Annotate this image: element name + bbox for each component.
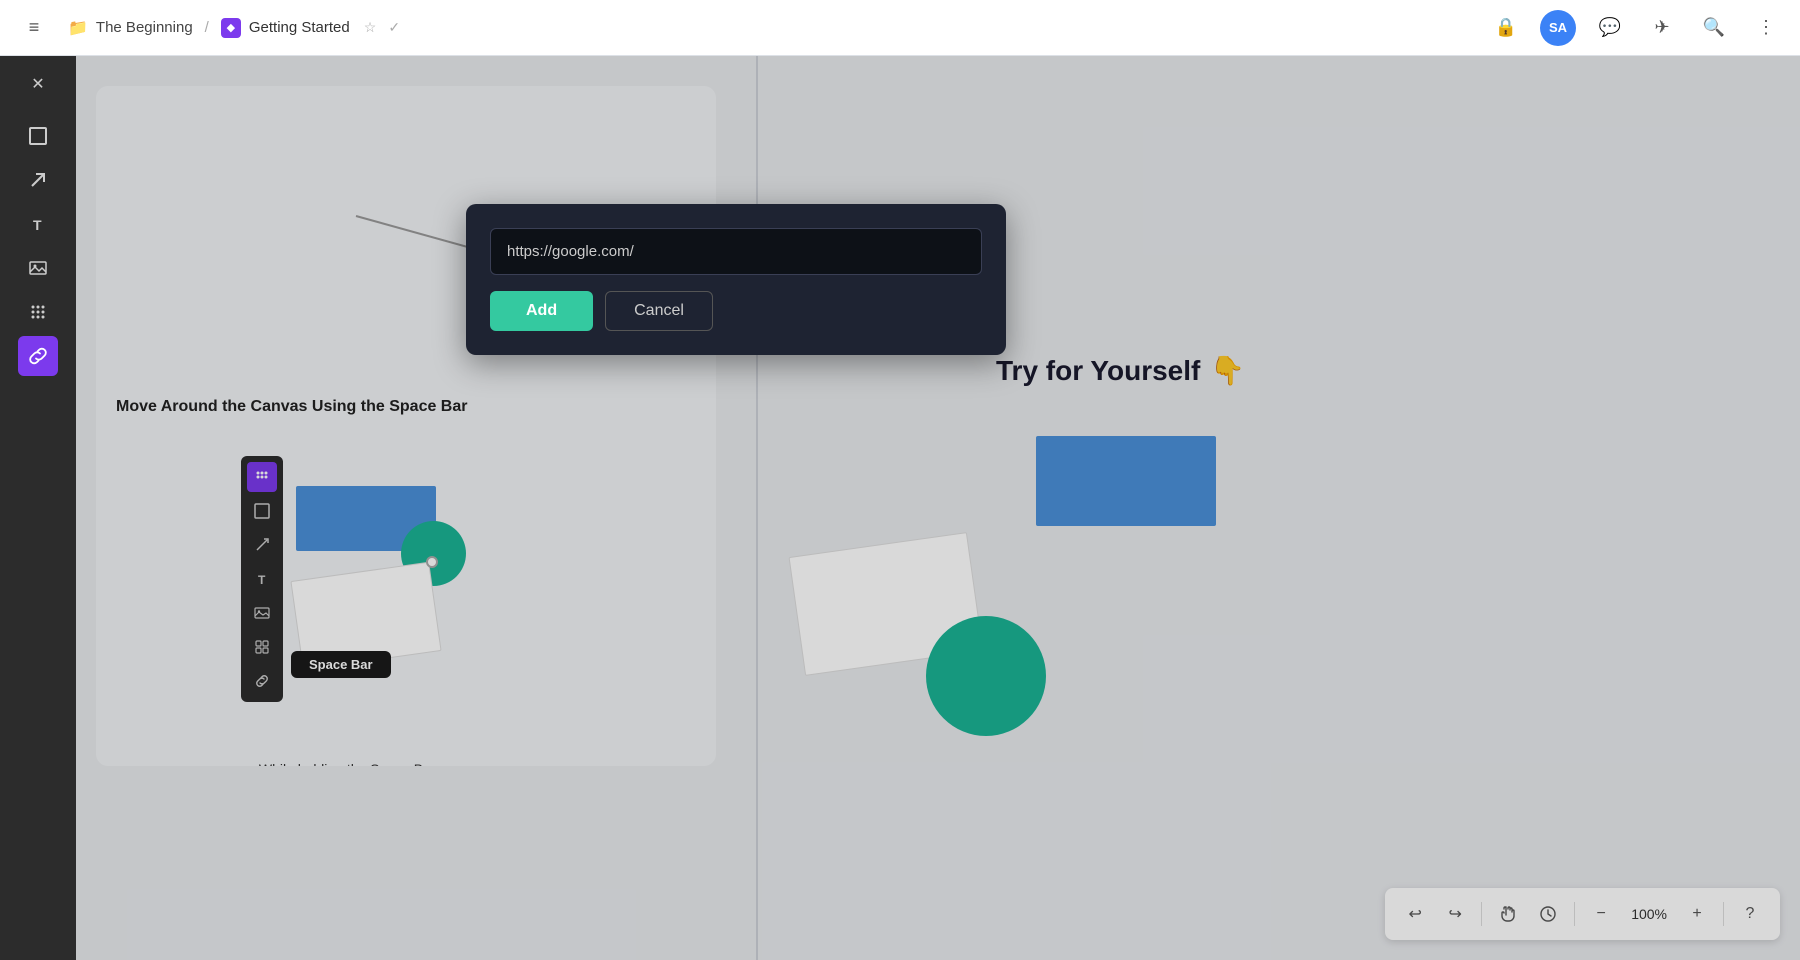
sidebar-tool-link[interactable] bbox=[18, 336, 58, 376]
topbar-left: ≡ 📁 The Beginning / ◆ Getting Started ☆ … bbox=[16, 10, 400, 46]
url-input[interactable] bbox=[490, 228, 982, 275]
menu-button[interactable]: ≡ bbox=[16, 10, 52, 46]
page-icon: ◆ bbox=[221, 18, 241, 38]
breadcrumb-page-name: Getting Started bbox=[249, 19, 350, 36]
more-button[interactable]: ⋮ bbox=[1748, 10, 1784, 46]
url-dialog: Add Cancel bbox=[466, 204, 1006, 355]
lock-button[interactable]: 🔒 bbox=[1488, 10, 1524, 46]
breadcrumb-separator: / bbox=[205, 19, 209, 36]
sidebar-tool-grid[interactable] bbox=[18, 292, 58, 332]
add-button[interactable]: Add bbox=[490, 291, 593, 331]
favorite-star-icon[interactable]: ☆ bbox=[364, 19, 377, 36]
search-button[interactable]: 🔍 bbox=[1696, 10, 1732, 46]
canvas: How To... Add Cancel Move Around the Can… bbox=[76, 56, 1800, 960]
status-check-icon: ✓ bbox=[388, 19, 400, 36]
sidebar-close-button[interactable]: ✕ bbox=[18, 64, 58, 104]
topbar-right: 🔒 SA 💬 ✈ 🔍 ⋮ bbox=[1488, 10, 1784, 46]
cancel-button[interactable]: Cancel bbox=[605, 291, 713, 331]
breadcrumb-folder-name: The Beginning bbox=[96, 19, 193, 36]
sidebar-tool-image[interactable] bbox=[18, 248, 58, 288]
sidebar-tool-frame[interactable] bbox=[18, 116, 58, 156]
left-sidebar: ✕ T bbox=[0, 56, 76, 960]
topbar: ≡ 📁 The Beginning / ◆ Getting Started ☆ … bbox=[0, 0, 1800, 56]
folder-icon: 📁 bbox=[68, 18, 88, 38]
dialog-buttons: Add Cancel bbox=[490, 291, 982, 331]
sidebar-tool-text[interactable]: T bbox=[18, 204, 58, 244]
sidebar-tool-arrow[interactable] bbox=[18, 160, 58, 200]
dialog-overlay: Add Cancel bbox=[76, 56, 1800, 960]
chat-button[interactable]: 💬 bbox=[1592, 10, 1628, 46]
svg-text:T: T bbox=[33, 217, 42, 233]
share-button[interactable]: ✈ bbox=[1644, 10, 1680, 46]
avatar[interactable]: SA bbox=[1540, 10, 1576, 46]
